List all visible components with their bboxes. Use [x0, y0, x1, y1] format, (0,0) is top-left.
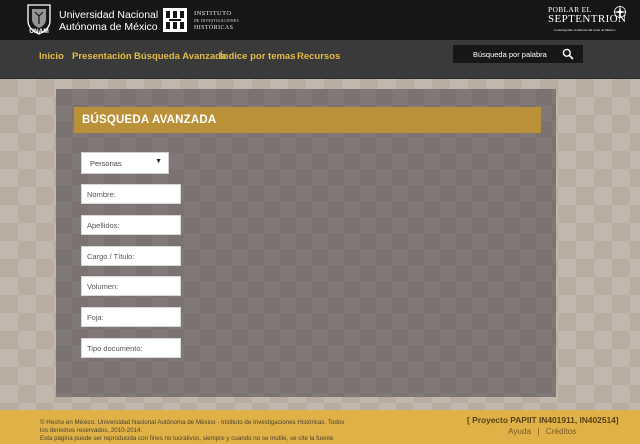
- tipo-documento-field[interactable]: [81, 338, 181, 358]
- ps-logo-tagline: Construyendo la historia del norte de Mé…: [554, 28, 616, 32]
- nav-item-inicio[interactable]: Inicio: [39, 51, 64, 62]
- footer-copyright: © Hecho en México. Universidad Nacional …: [40, 419, 400, 444]
- help-link[interactable]: Ayuda: [508, 427, 531, 436]
- volumen-field[interactable]: [81, 276, 181, 296]
- nav-item-recursos[interactable]: Recursos: [297, 51, 340, 62]
- iih-name-line2: DE INVESTIGACIONES: [194, 18, 240, 23]
- unam-logo-text: UNAM: [29, 28, 49, 35]
- top-header: UNAM Universidad Nacional Autónoma de Mé…: [0, 0, 640, 40]
- footer-project-label: [ Proyecto PAPIIT IN401911, IN402514]: [467, 415, 619, 425]
- footer-text-line1: © Hecho en México. Universidad Nacional …: [40, 419, 345, 426]
- footer-link-separator: |: [537, 427, 540, 436]
- page: UNAM Universidad Nacional Autónoma de Mé…: [0, 0, 640, 444]
- footer-links: Ayuda | Créditos: [508, 427, 576, 436]
- nav-item-indice-temas[interactable]: Índice por temas: [220, 51, 296, 62]
- compass-rose-icon: [613, 5, 627, 19]
- nav-item-busqueda-avanzada[interactable]: Búsqueda Avanzada: [134, 51, 226, 62]
- unam-name-line1: Universidad Nacional: [59, 9, 159, 21]
- cargo-titulo-field[interactable]: [81, 246, 181, 266]
- search-box[interactable]: Búsqueda por palabra: [453, 45, 583, 63]
- foja-field[interactable]: [81, 307, 181, 327]
- unam-name[interactable]: Universidad Nacional Autónoma de México: [59, 9, 158, 33]
- iih-name: INSTITUTO DE INVESTIGACIONES HISTÓRICAS: [194, 10, 240, 31]
- record-type-select-value: Personas: [90, 159, 122, 168]
- record-type-select[interactable]: Personas ▼: [81, 152, 169, 174]
- iih-name-line3: HISTÓRICAS: [194, 24, 234, 31]
- poblar-septentrion-logo[interactable]: POBLAR EL SEPTENTRION Construyendo la hi…: [548, 4, 628, 36]
- apellidos-field[interactable]: [81, 215, 181, 235]
- footer-text-line2: los derechos reservados, 2010-2014.: [40, 427, 143, 434]
- search-input-label: Búsqueda por palabra: [473, 50, 547, 59]
- page-title: BÚSQUEDA AVANZADA: [74, 107, 541, 133]
- credits-link[interactable]: Créditos: [546, 427, 577, 436]
- nombre-field[interactable]: [81, 184, 181, 204]
- iih-name-line1: INSTITUTO: [194, 10, 232, 17]
- nav-item-presentacion[interactable]: Presentación: [72, 51, 132, 62]
- chevron-down-icon: ▼: [155, 158, 162, 165]
- unam-name-line2: Autónoma de México: [59, 21, 158, 33]
- search-icon[interactable]: [562, 48, 574, 60]
- iih-logo[interactable]: [163, 8, 187, 32]
- footer-text-line3: Esta página puede ser reproducida con fi…: [40, 435, 334, 442]
